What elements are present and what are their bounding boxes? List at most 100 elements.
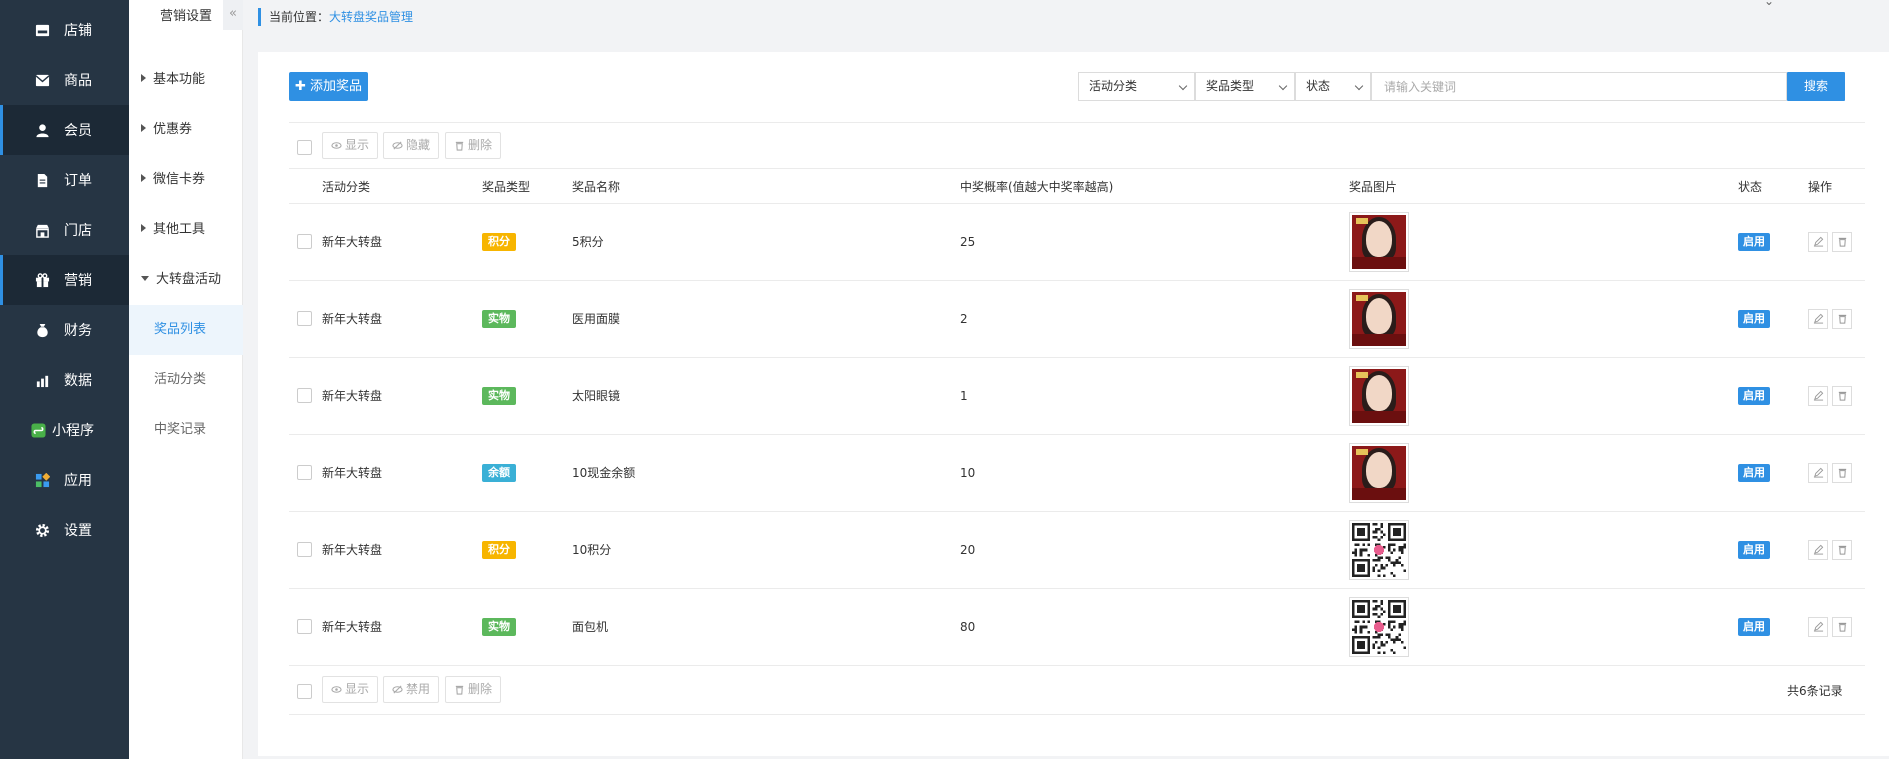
breadcrumb: 当前位置：大转盘奖品管理: [258, 8, 413, 26]
nav-item-settings[interactable]: 设置: [0, 505, 129, 555]
edit-button[interactable]: [1808, 616, 1828, 637]
row-checkbox[interactable]: [297, 233, 312, 249]
delete-button[interactable]: [1832, 616, 1852, 637]
pencil-icon: [1813, 390, 1823, 401]
chart-icon: [34, 372, 50, 388]
type-filter-select[interactable]: 奖品类型: [1195, 72, 1295, 101]
batch-disable-label: 禁用: [406, 682, 431, 696]
row-checkbox[interactable]: [297, 541, 312, 557]
gear-icon: [34, 522, 50, 538]
batch-show-button-bottom[interactable]: 显示: [322, 676, 379, 703]
breadcrumb-current[interactable]: 大转盘奖品管理: [329, 10, 413, 24]
row-checkbox[interactable]: [297, 618, 312, 634]
row-checkbox[interactable]: [297, 387, 312, 403]
delete-button[interactable]: [1832, 539, 1852, 560]
column-header-type: 奖品类型: [482, 180, 531, 194]
trash-icon: [1838, 468, 1846, 478]
subnav-group-wechat-card[interactable]: 微信卡券: [141, 170, 205, 190]
divider: [289, 203, 1865, 204]
batch-hide-button[interactable]: 隐藏: [383, 132, 440, 159]
type-filter-value: 奖品类型: [1206, 79, 1255, 93]
row-divider: [289, 588, 1865, 589]
edit-button[interactable]: [1808, 308, 1828, 329]
nav-item-goods[interactable]: 商品: [0, 55, 129, 105]
status-toggle[interactable]: 启用: [1738, 617, 1770, 636]
batch-delete-button-bottom[interactable]: 删除: [445, 676, 502, 703]
nav-label: 数据: [64, 373, 92, 389]
pencil-icon: [1813, 467, 1823, 478]
trash-icon: [1838, 237, 1846, 247]
record-count: 共6条记录: [1787, 684, 1843, 698]
subnav-group-coupon[interactable]: 优惠券: [141, 120, 192, 140]
batch-disable-button-bottom[interactable]: 禁用: [383, 676, 440, 703]
batch-show-button[interactable]: 显示: [322, 132, 379, 159]
nav-label: 营销: [64, 273, 92, 289]
nav-item-miniapp[interactable]: 小程序: [0, 405, 129, 455]
row-checkbox[interactable]: [297, 464, 312, 480]
collapse-button[interactable]: «: [223, 0, 243, 30]
chevron-down-icon: [1278, 81, 1288, 91]
nav-label: 门店: [64, 223, 92, 239]
trash-icon: [1838, 545, 1846, 555]
row-divider: [289, 280, 1865, 281]
delete-button[interactable]: [1832, 462, 1852, 483]
nav-item-shop[interactable]: 门店: [0, 205, 129, 255]
edit-button[interactable]: [1808, 539, 1828, 560]
chevron-down-icon[interactable]: ⌄: [1764, 0, 1774, 8]
nav-item-order[interactable]: 订单: [0, 155, 129, 205]
nav-item-store[interactable]: 店铺: [0, 5, 129, 55]
eye-slash-icon: [392, 685, 403, 694]
pencil-icon: [1813, 236, 1823, 247]
delete-button[interactable]: [1832, 308, 1852, 329]
status-toggle[interactable]: 启用: [1738, 463, 1770, 482]
nav-item-data[interactable]: 数据: [0, 355, 129, 405]
chevron-down-icon: [1354, 81, 1364, 91]
win-rate: 10: [960, 465, 976, 480]
win-rate: 20: [960, 542, 976, 557]
nav-item-finance[interactable]: 财务: [0, 305, 129, 355]
divider: [289, 122, 1865, 123]
select-all-checkbox[interactable]: [297, 140, 312, 155]
subnav-item-prize-list[interactable]: 奖品列表: [129, 305, 243, 355]
money-bag-icon: [34, 322, 50, 338]
row-checkbox[interactable]: [297, 310, 312, 326]
status-toggle[interactable]: 启用: [1738, 309, 1770, 328]
chevron-down-icon: [1178, 81, 1188, 91]
status-toggle[interactable]: 启用: [1738, 386, 1770, 405]
row-category: 新年大转盘: [322, 234, 383, 249]
trash-icon: [1838, 314, 1846, 324]
search-button[interactable]: 搜索: [1787, 72, 1845, 101]
trash-icon: [455, 685, 464, 695]
status-toggle[interactable]: 启用: [1738, 540, 1770, 559]
delete-button[interactable]: [1832, 231, 1852, 252]
category-filter-value: 活动分类: [1089, 79, 1138, 93]
edit-button[interactable]: [1808, 385, 1828, 406]
subnav-group-label: 微信卡券: [153, 172, 206, 187]
batch-delete-button[interactable]: 删除: [445, 132, 502, 159]
add-prize-button[interactable]: ✚ 添加奖品: [289, 72, 368, 101]
trash-icon: [455, 141, 464, 151]
prize-type-badge: 实物: [482, 617, 516, 636]
subnav-group-wheel[interactable]: 大转盘活动: [141, 270, 221, 290]
category-filter-select[interactable]: 活动分类: [1078, 72, 1195, 101]
nav-item-marketing[interactable]: 营销: [0, 255, 129, 305]
main-nav: 店铺 商品 会员 订单 门店 营销 财务 数据 小程序 应用 设置: [0, 0, 129, 759]
subnav-group-tools[interactable]: 其他工具: [141, 220, 205, 240]
nav-label: 会员: [64, 123, 92, 139]
subnav-item-winning-records[interactable]: 中奖记录: [129, 405, 243, 455]
status-filter-select[interactable]: 状态: [1295, 72, 1371, 101]
status-toggle[interactable]: 启用: [1738, 232, 1770, 251]
prize-type-badge: 实物: [482, 386, 516, 405]
column-header-image: 奖品图片: [1349, 180, 1398, 194]
column-header-actions: 操作: [1808, 180, 1833, 194]
subnav-group-basic[interactable]: 基本功能: [141, 70, 205, 90]
keyword-search-input[interactable]: [1371, 72, 1787, 101]
subnav-item-activity-category[interactable]: 活动分类: [129, 355, 243, 405]
edit-button[interactable]: [1808, 231, 1828, 252]
subnav-group-label: 基本功能: [153, 72, 206, 87]
nav-item-member[interactable]: 会员: [0, 105, 129, 155]
delete-button[interactable]: [1832, 385, 1852, 406]
edit-button[interactable]: [1808, 462, 1828, 483]
select-all-checkbox-bottom[interactable]: [297, 684, 312, 699]
nav-item-apps[interactable]: 应用: [0, 455, 129, 505]
